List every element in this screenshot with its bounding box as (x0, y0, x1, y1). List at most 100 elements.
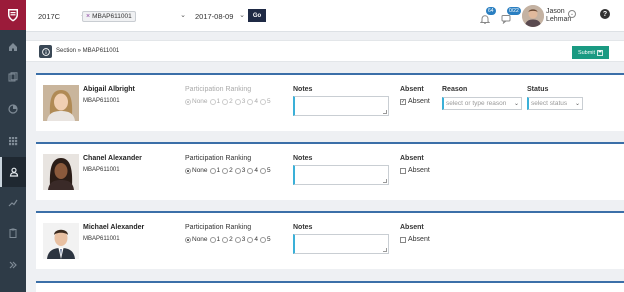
rank-1-radio[interactable]: 1 (209, 98, 220, 105)
reason-placeholder: select or type reason (446, 100, 507, 107)
copy-icon (8, 72, 18, 82)
alerts-notification[interactable]: 64 (480, 7, 500, 26)
student-section-id: MBAP611001 (83, 236, 120, 242)
resize-grip-icon[interactable] (383, 110, 387, 114)
notes-label: Notes (293, 155, 313, 162)
student-card: Abigail Albright MBAP611001 Participatio… (36, 73, 624, 131)
participation-options: None 1 2 3 4 5 (185, 98, 271, 105)
top-bar: 2017C ⌄ × MBAP611001 ⌄ 2017-08-09 ⌄ Go 6… (26, 0, 624, 32)
breadcrumb: Section » MBAP611001 (56, 48, 120, 54)
home-icon (9, 43, 17, 51)
rank-none-radio[interactable]: None (185, 167, 208, 174)
submit-label: Submit (577, 49, 596, 56)
student-photo (43, 223, 79, 259)
rank-4-radio[interactable]: 4 (247, 98, 258, 105)
resize-grip-icon[interactable] (383, 179, 387, 183)
rank-5-radio[interactable]: 5 (260, 167, 271, 174)
sidebar-user[interactable] (0, 157, 26, 187)
checkbox-unchecked-icon (400, 167, 406, 174)
participation-options: None 1 2 3 4 5 (185, 167, 271, 174)
term-select[interactable]: 2017C ⌄ (38, 9, 86, 23)
absent-checkbox[interactable]: ✓ Absent (400, 98, 430, 105)
remove-chip-icon[interactable]: × (86, 13, 90, 20)
rank-2-radio[interactable]: 2 (222, 167, 233, 174)
student-portrait (43, 223, 79, 259)
go-button[interactable]: Go (248, 9, 266, 22)
status-select[interactable]: select status ⌄ (527, 97, 583, 110)
rank-3-radio[interactable]: 3 (234, 167, 245, 174)
section-bar: Section » MBAP611001 Submit (26, 40, 624, 62)
rank-4-radio[interactable]: 4 (247, 167, 258, 174)
chat-icon (501, 15, 511, 24)
logo[interactable] (0, 0, 26, 30)
absent-label: Absent (400, 155, 424, 162)
sidebar-trend[interactable] (0, 188, 26, 218)
avatar[interactable] (522, 5, 544, 27)
student-photo (43, 85, 79, 121)
absent-checkbox-label: Absent (408, 167, 430, 174)
shield-logo-icon (8, 9, 18, 22)
student-portrait (43, 154, 79, 190)
student-card: Chanel Alexander MBAP611001 Participatio… (36, 142, 624, 200)
reason-label: Reason (442, 86, 468, 93)
rank-none-radio[interactable]: None (185, 236, 208, 243)
messages-badge: 0/22 (507, 7, 521, 15)
notes-textarea[interactable] (293, 234, 389, 254)
student-name: Chanel Alexander (83, 155, 142, 162)
sidebar-clipboard[interactable] (0, 218, 26, 248)
chevron-down-icon: ⌄ (513, 101, 519, 107)
grid-icon (9, 137, 18, 146)
sidebar (0, 0, 26, 292)
resize-grip-icon[interactable] (383, 248, 387, 252)
checkbox-checked-icon: ✓ (400, 98, 406, 105)
double-chevron-right-icon (9, 261, 17, 269)
pie-chart-icon (8, 104, 18, 114)
student-section-id: MBAP611001 (83, 167, 120, 173)
checkbox-unchecked-icon (400, 236, 406, 243)
date-select[interactable]: 2017-08-09 ⌄ (195, 9, 245, 23)
absent-label: Absent (400, 224, 424, 231)
help-icon[interactable]: ? (600, 9, 610, 19)
notes-textarea[interactable] (293, 165, 389, 185)
rank-5-radio[interactable]: 5 (260, 98, 271, 105)
reason-select[interactable]: select or type reason ⌄ (442, 97, 522, 110)
bell-icon (480, 15, 490, 24)
absent-checkbox-label: Absent (408, 236, 430, 243)
sidebar-copy[interactable] (0, 62, 26, 92)
user-menu-chevron-icon[interactable]: ⌄ (568, 10, 576, 18)
rank-3-radio[interactable]: 3 (234, 236, 245, 243)
absent-label: Absent (400, 86, 424, 93)
rank-5-radio[interactable]: 5 (260, 236, 271, 243)
submit-button[interactable]: Submit (572, 46, 609, 59)
rank-3-radio[interactable]: 3 (234, 98, 245, 105)
sidebar-grid[interactable] (0, 126, 26, 156)
absent-checkbox-label: Absent (408, 98, 430, 105)
student-card: Michael Alexander MBAP611001 Participati… (36, 211, 624, 269)
rank-2-radio[interactable]: 2 (222, 98, 233, 105)
rank-2-radio[interactable]: 2 (222, 236, 233, 243)
student-name: Abigail Albright (83, 86, 135, 93)
participation-label: Participation Ranking (185, 224, 252, 231)
notes-textarea[interactable] (293, 96, 389, 116)
absent-checkbox[interactable]: Absent (400, 236, 430, 243)
messages-notification[interactable]: 0/22 (501, 7, 521, 26)
line-chart-icon (8, 199, 18, 207)
alerts-badge: 64 (486, 7, 496, 15)
rank-1-radio[interactable]: 1 (209, 236, 220, 243)
user-name[interactable]: Jason Lehman (546, 8, 586, 24)
section-chip[interactable]: × MBAP611001 (82, 10, 136, 22)
sidebar-pie-chart[interactable] (0, 94, 26, 124)
absent-checkbox[interactable]: Absent (400, 167, 430, 174)
date-value: 2017-08-09 (195, 11, 234, 21)
rank-4-radio[interactable]: 4 (247, 236, 258, 243)
rank-none-radio[interactable]: None (185, 98, 208, 105)
student-card (36, 281, 624, 292)
sidebar-home[interactable] (0, 32, 26, 62)
notes-label: Notes (293, 224, 313, 231)
chevron-down-icon: ⌄ (574, 101, 580, 107)
participation-label: Participation Ranking (185, 86, 252, 93)
rank-1-radio[interactable]: 1 (209, 167, 220, 174)
info-button[interactable] (39, 45, 52, 58)
sidebar-expand[interactable] (0, 250, 26, 280)
section-select[interactable]: × MBAP611001 ⌄ (82, 9, 186, 23)
